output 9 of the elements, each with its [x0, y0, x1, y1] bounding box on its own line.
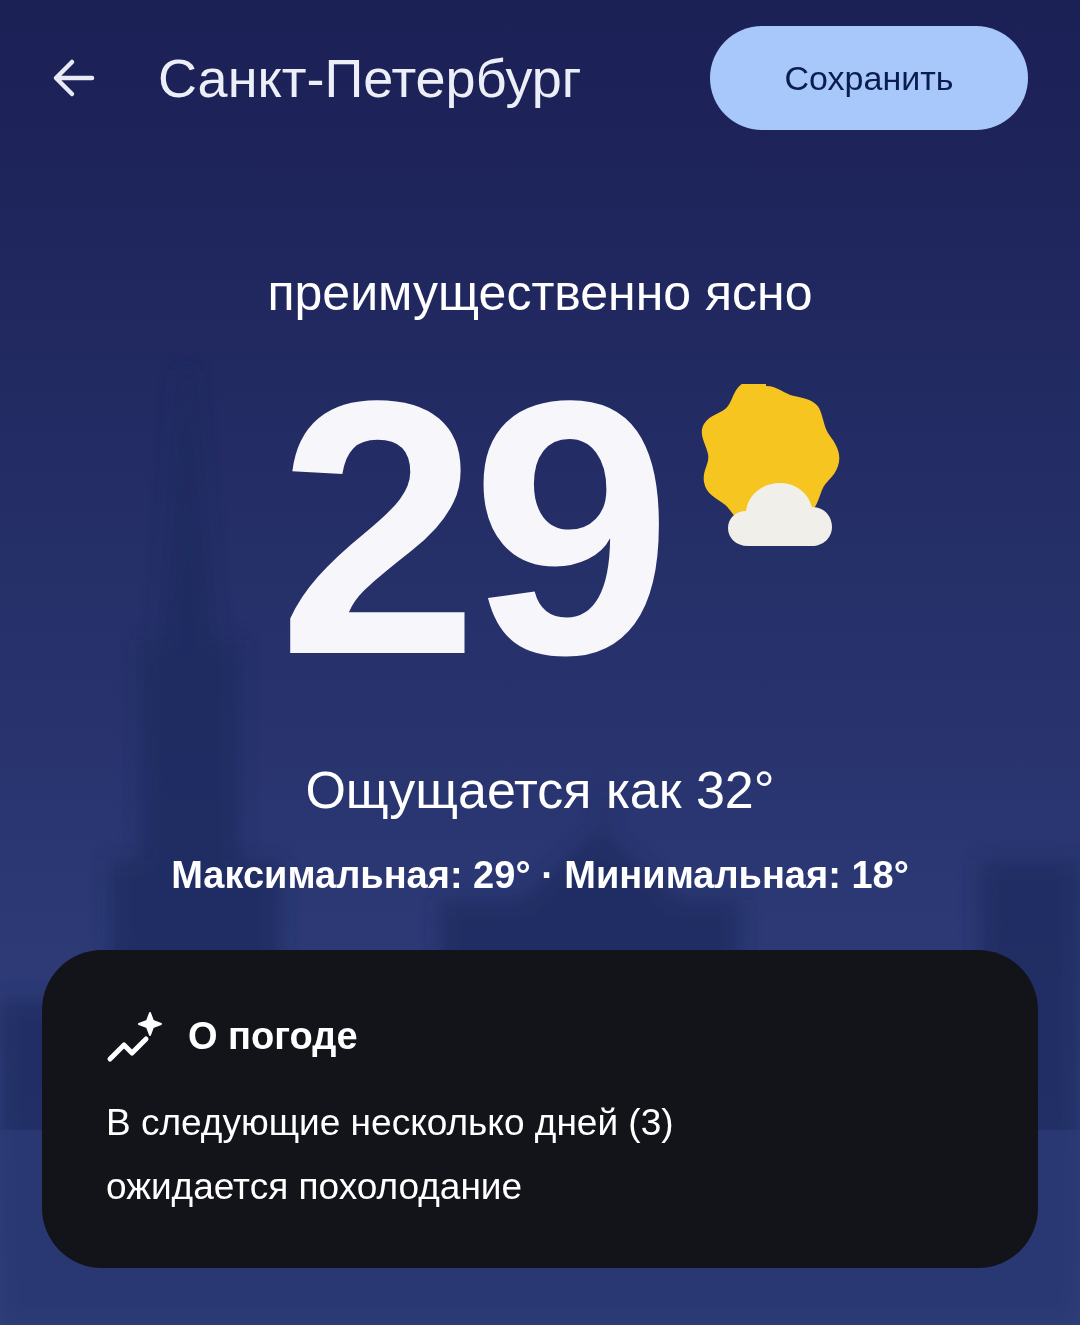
- trend-sparkle-icon: [106, 1010, 162, 1063]
- card-title: О погоде: [188, 1014, 358, 1059]
- save-button[interactable]: Сохранить: [710, 26, 1028, 130]
- temperature: 29: [277, 378, 665, 678]
- high-low-text: Максимальная: 29° · Минимальная: 18°: [171, 856, 909, 894]
- condition-text: преимущественно ясно: [267, 268, 813, 318]
- back-icon[interactable]: [52, 58, 96, 98]
- city-title: Санкт-Петербург: [158, 46, 582, 110]
- card-text: В следующие несколько дней (3) ожидается похолодание: [106, 1101, 675, 1209]
